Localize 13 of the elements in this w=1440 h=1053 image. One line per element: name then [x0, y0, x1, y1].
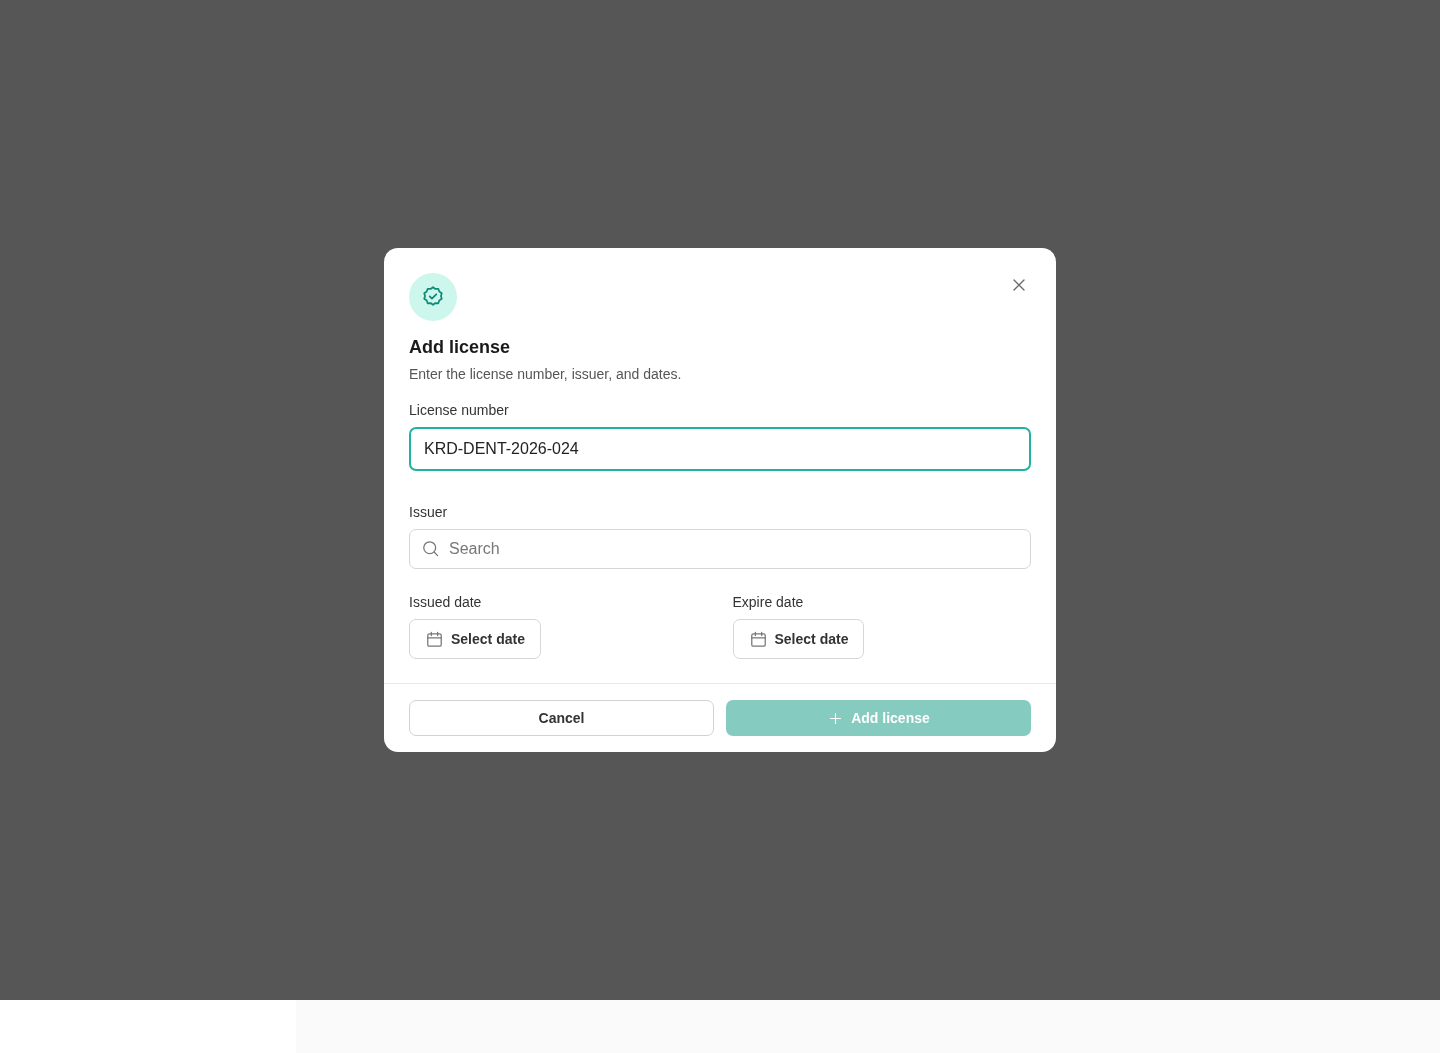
dialog-title: Add license — [409, 336, 512, 358]
dialog-description: Enter the license number, issuer, and dates. — [409, 365, 683, 383]
cancel-button[interactable]: Cancel — [409, 700, 714, 736]
license-number-field[interactable]: KRD-DENT-2026-024 — [409, 427, 1031, 471]
calendar-icon — [748, 629, 768, 649]
date-picker-button[interactable]: Select date — [409, 619, 541, 659]
field-label: Issuer — [409, 503, 449, 521]
date-picker-button[interactable]: Select date — [732, 619, 865, 659]
issuer-search-field[interactable]: Search — [409, 529, 1031, 569]
field-label: License number — [409, 401, 510, 419]
field-label: Expire date — [732, 593, 805, 611]
field-label: Issued date — [409, 593, 483, 611]
calendar-icon — [425, 629, 444, 649]
